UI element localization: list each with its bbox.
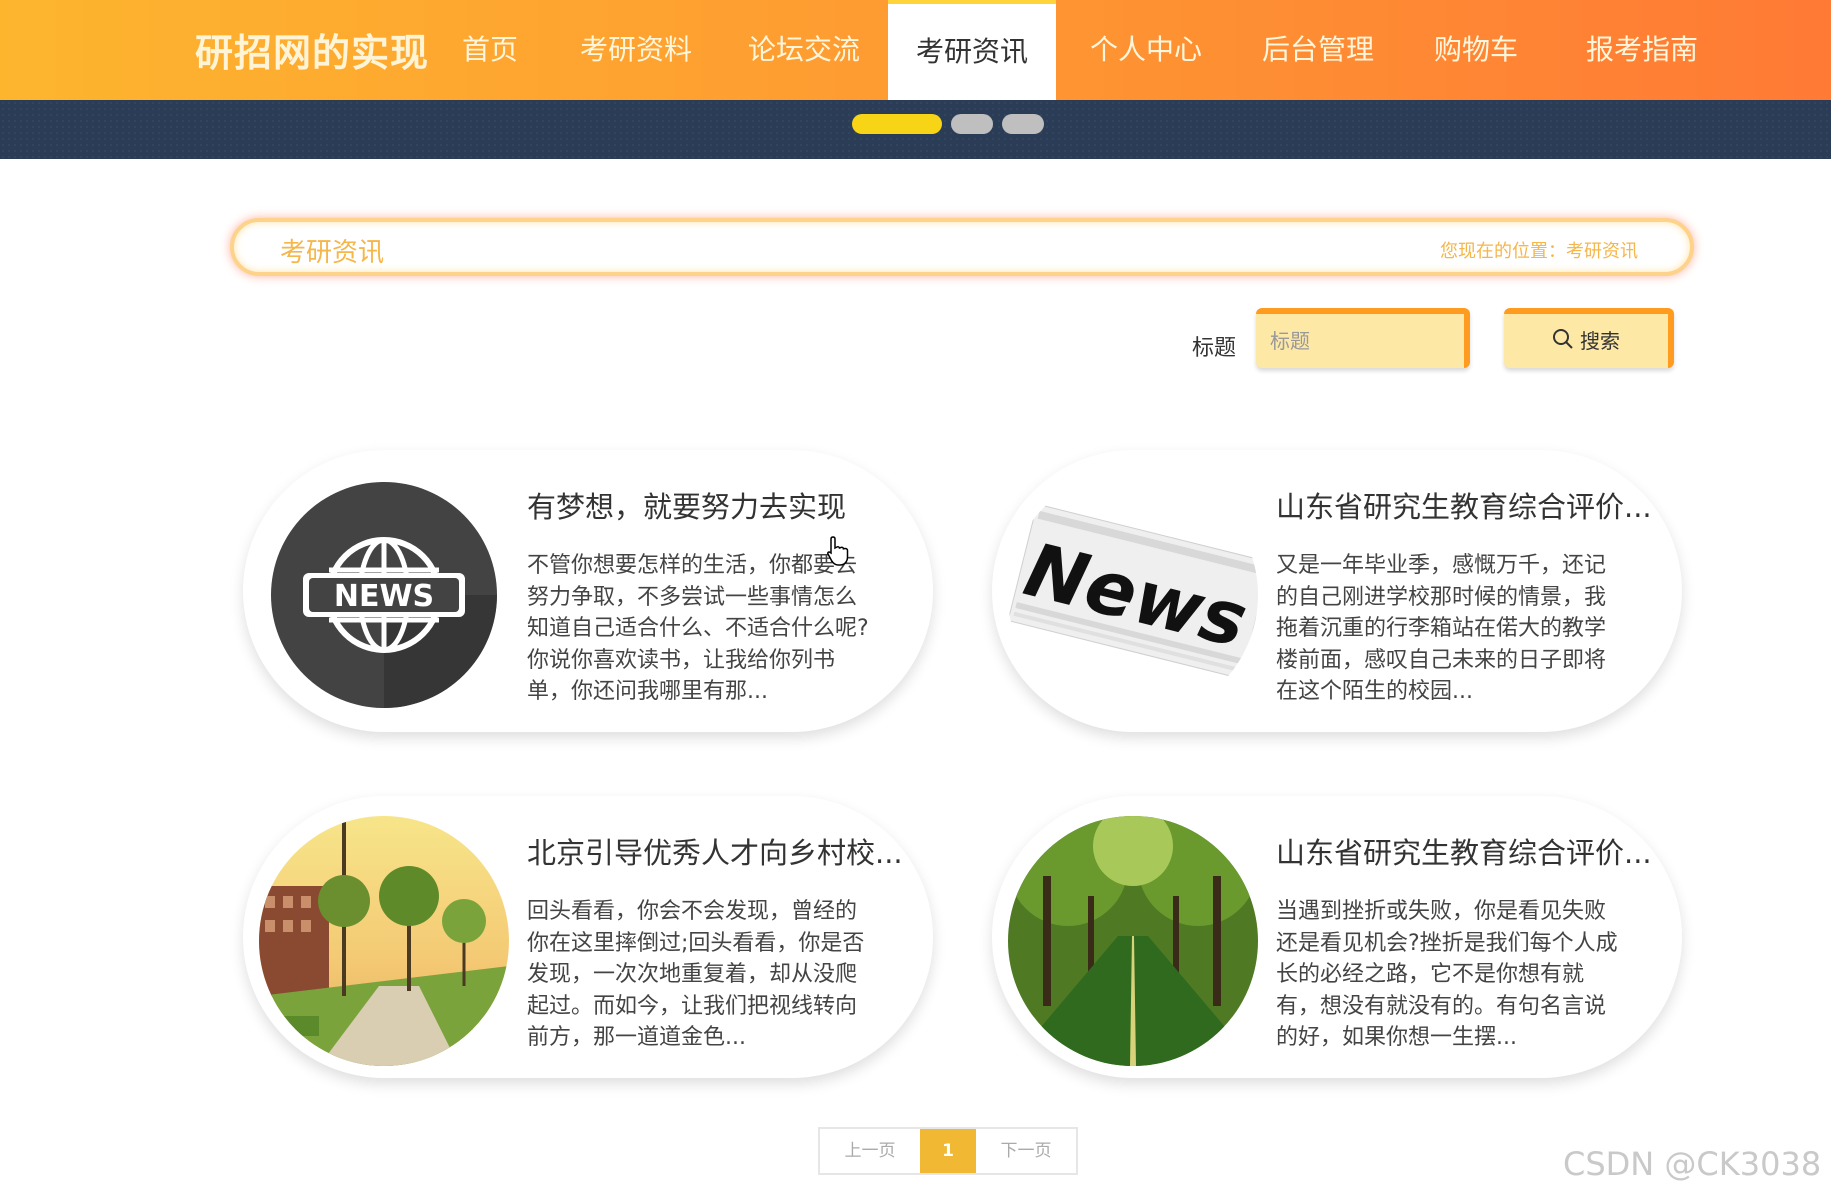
breadcrumb: 您现在的位置：考研资讯: [1440, 237, 1638, 263]
search-button[interactable]: 搜索: [1504, 308, 1674, 368]
nav-item-materials[interactable]: 考研资料: [566, 0, 706, 100]
newspaper-image[interactable]: News: [1008, 470, 1258, 720]
news-card-summary: 当遇到挫折或失败，你是看见失败还是看见机会?挫折是我们每个人成长的必经之路，它不…: [1276, 899, 1618, 1050]
campus-trees-image[interactable]: [259, 816, 509, 1066]
hand-cursor-icon: [826, 535, 852, 571]
news-globe-image[interactable]: NEWS: [259, 470, 509, 720]
next-page-button[interactable]: 下一页: [976, 1129, 1076, 1173]
nav-item-forum[interactable]: 论坛交流: [734, 0, 874, 100]
forest-road-image[interactable]: [1008, 816, 1258, 1066]
news-card-title[interactable]: 北京引导优秀人才向乡村校...: [527, 830, 917, 872]
carousel-dot-3[interactable]: [1002, 114, 1044, 134]
news-card-title[interactable]: 有梦想，就要努力去实现: [527, 484, 917, 526]
svg-text:NEWS: NEWS: [334, 579, 434, 614]
news-card[interactable]: NEWS 有梦想，就要努力去实现 不管你想要怎样的生活，你都要去努力争取，不多尝…: [243, 450, 933, 732]
prev-page-button[interactable]: 上一页: [820, 1129, 920, 1173]
nav-item-cart[interactable]: 购物车: [1424, 0, 1528, 100]
news-card[interactable]: 山东省研究生教育综合评价... 当遇到挫折或失败，你是看见失败还是看见机会?挫折…: [992, 796, 1682, 1078]
site-logo[interactable]: 研招网的实现: [195, 22, 429, 77]
page-number-current[interactable]: 1: [920, 1129, 976, 1173]
carousel-banner: [0, 100, 1831, 159]
watermark: CSDN @CK3038: [1563, 1145, 1822, 1183]
news-card[interactable]: News 山东省研究生教育综合评价... 又是一年毕业季，感慨万千，还记的自己刚…: [992, 450, 1682, 732]
search-icon: [1552, 316, 1574, 370]
news-card-title[interactable]: 山东省研究生教育综合评价...: [1276, 484, 1666, 526]
breadcrumb-label: 您现在的位置：: [1440, 241, 1566, 262]
news-card[interactable]: 北京引导优秀人才向乡村校... 回头看看，你会不会发现，曾经的你在这里摔倒过;回…: [243, 796, 933, 1078]
nav-item-news[interactable]: 考研资讯: [888, 0, 1056, 100]
search-label: 标题: [1192, 336, 1237, 361]
carousel-dot-2[interactable]: [951, 114, 993, 134]
news-card-summary: 不管你想要怎样的生活，你都要去努力争取，不多尝试一些事情怎么知道自己适合什么、不…: [527, 553, 869, 704]
nav-item-profile[interactable]: 个人中心: [1074, 0, 1218, 100]
section-title-bar: 考研资讯 您现在的位置：考研资讯: [230, 218, 1694, 276]
nav-item-admin[interactable]: 后台管理: [1246, 0, 1390, 100]
search-button-label: 搜索: [1580, 329, 1620, 353]
news-card-summary: 回头看看，你会不会发现，曾经的你在这里摔倒过;回头看看，你是否发现，一次次地重复…: [527, 899, 865, 1050]
news-card-summary: 又是一年毕业季，感慨万千，还记的自己刚进学校那时候的情景，我拖着沉重的行李箱站在…: [1276, 553, 1607, 704]
top-nav: 研招网的实现 首页 考研资料 论坛交流 考研资讯 个人中心 后台管理 购物车 报…: [0, 0, 1831, 100]
carousel-dot-1[interactable]: [852, 114, 942, 134]
nav-item-home[interactable]: 首页: [440, 0, 540, 100]
breadcrumb-current[interactable]: 考研资讯: [1566, 241, 1638, 262]
pagination: 上一页 1 下一页: [818, 1127, 1078, 1175]
search-input[interactable]: [1256, 308, 1470, 368]
news-card-title[interactable]: 山东省研究生教育综合评价...: [1276, 830, 1666, 872]
section-title: 考研资讯: [280, 238, 385, 268]
nav-item-guide[interactable]: 报考指南: [1572, 0, 1712, 100]
